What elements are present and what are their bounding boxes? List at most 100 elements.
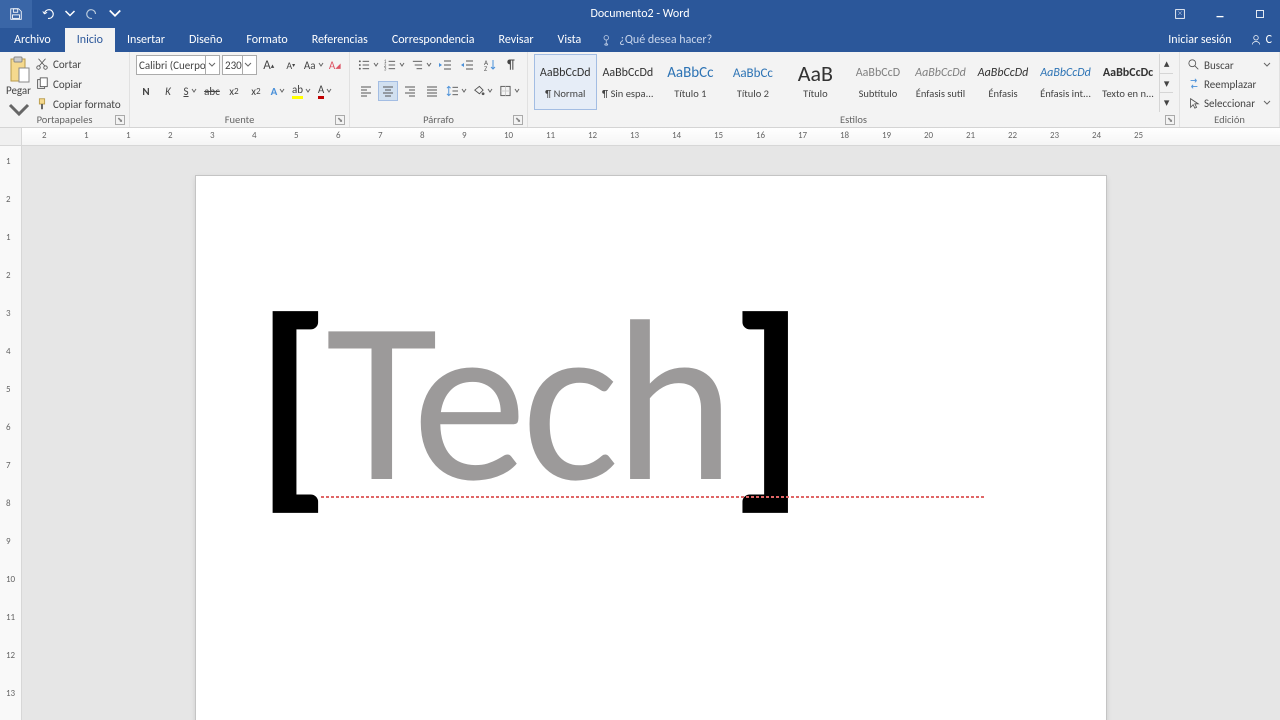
show-marks-button[interactable]: ¶ (501, 55, 521, 75)
group-styles: AaBbCcDd¶ NormalAaBbCcDd¶ Sin espa...AaB… (528, 52, 1180, 127)
tab-mailings[interactable]: Correspondencia (380, 28, 487, 52)
align-center-button[interactable] (378, 81, 398, 101)
font-size-combo[interactable]: 230 (222, 55, 257, 75)
style--nfasis[interactable]: AaBbCcDdÉnfasis (972, 54, 1035, 110)
group-clipboard: Pegar Cortar Copiar Copiar formato Porta… (0, 52, 130, 127)
ruler-corner (0, 128, 22, 145)
ribbon-options-button[interactable] (1160, 0, 1200, 28)
replace-icon (1188, 78, 1200, 90)
align-left-button[interactable] (356, 81, 376, 101)
strikethrough-button[interactable]: abc (202, 81, 222, 101)
qat-customize[interactable] (108, 0, 122, 28)
styles-down[interactable]: ▾ (1160, 74, 1173, 94)
style---normal[interactable]: AaBbCcDd¶ Normal (534, 54, 597, 110)
copy-button[interactable]: Copiar (33, 75, 123, 93)
style-t-tulo-2[interactable]: AaBbCcTítulo 2 (722, 54, 785, 110)
bold-button[interactable]: N (136, 81, 156, 101)
multilevel-button[interactable] (409, 55, 433, 75)
tab-view[interactable]: Vista (546, 28, 594, 52)
tab-file[interactable]: Archivo (0, 28, 65, 52)
font-color-button[interactable]: A (315, 81, 335, 101)
borders-button[interactable] (497, 81, 521, 101)
font-dialog-launcher[interactable]: ⬊ (335, 115, 345, 125)
window-title: Documento2 - Word (590, 7, 689, 21)
align-right-button[interactable] (400, 81, 420, 101)
style--nfasis-sutil[interactable]: AaBbCcDdÉnfasis sutil (909, 54, 972, 110)
clear-formatting-button[interactable]: A◢ (325, 55, 345, 75)
minimize-button[interactable] (1200, 0, 1240, 28)
share-button[interactable]: C (1242, 28, 1280, 52)
select-button[interactable]: Seleccionar (1186, 94, 1273, 112)
increase-indent-button[interactable] (457, 55, 477, 75)
style---sin-espa---[interactable]: AaBbCcDd¶ Sin espa... (597, 54, 660, 110)
subscript-button[interactable]: x2 (224, 81, 244, 101)
outdent-icon (438, 58, 452, 72)
paragraph-dialog-launcher[interactable]: ⬊ (513, 115, 523, 125)
superscript-button[interactable]: x2 (246, 81, 266, 101)
undo-button[interactable] (32, 0, 64, 28)
paste-label: Pegar (6, 84, 31, 97)
italic-button[interactable]: K (158, 81, 178, 101)
ribbon-home: Pegar Cortar Copiar Copiar formato Porta… (0, 52, 1280, 128)
style--nfasis-int---[interactable]: AaBbCcDdÉnfasis int... (1034, 54, 1097, 110)
ruler-horizontal[interactable]: 2112345678910111213141516171819202122232… (0, 128, 1280, 146)
spellcheck-underline (321, 496, 986, 498)
signin-link[interactable]: Iniciar sesión (1158, 28, 1241, 52)
font-name-dropdown[interactable] (205, 56, 217, 74)
highlight-button[interactable]: ab (290, 81, 313, 101)
tab-layout[interactable]: Formato (234, 28, 299, 52)
bullets-button[interactable] (356, 55, 380, 75)
tab-home[interactable]: Inicio (65, 28, 115, 52)
styles-scroll[interactable]: ▴▾▾ (1159, 54, 1173, 112)
styles-dialog-launcher[interactable]: ⬊ (1165, 115, 1175, 125)
group-label-font: Fuente (130, 113, 349, 126)
tell-me-search[interactable]: ¿Qué desea hacer? (601, 28, 712, 52)
shrink-font-button[interactable]: A▾ (281, 55, 301, 75)
line-spacing-button[interactable] (444, 81, 468, 101)
bucket-icon (472, 84, 485, 98)
page[interactable]: [Tech] (196, 176, 1106, 720)
svg-text:3: 3 (384, 68, 387, 72)
undo-dropdown[interactable] (64, 0, 76, 28)
format-painter-button[interactable]: Copiar formato (33, 95, 123, 113)
sort-button[interactable]: AZ (479, 55, 499, 75)
ribbon-tabs: Archivo Inicio Insertar Diseño Formato R… (0, 28, 1280, 52)
clipboard-dialog-launcher[interactable]: ⬊ (115, 115, 125, 125)
replace-button[interactable]: Reemplazar (1186, 75, 1273, 93)
save-button[interactable] (0, 0, 32, 28)
tab-references[interactable]: Referencias (300, 28, 380, 52)
shading-button[interactable] (470, 81, 494, 101)
style-texto-en-n---[interactable]: AaBbCcDcTexto en n... (1097, 54, 1160, 110)
redo-button[interactable] (76, 0, 108, 28)
decrease-indent-button[interactable] (435, 55, 455, 75)
underline-button[interactable]: S (180, 81, 200, 101)
change-case-button[interactable]: Aa (303, 55, 323, 75)
tab-review[interactable]: Revisar (487, 28, 546, 52)
ruler-vertical[interactable]: 1212345678910111213 (0, 146, 22, 720)
style-subt-tulo[interactable]: AaBbCcDSubtítulo (847, 54, 910, 110)
style-t-tulo[interactable]: AaBTítulo (784, 54, 847, 110)
text-effects-button[interactable]: A (268, 81, 288, 101)
find-button[interactable]: Buscar (1186, 56, 1273, 74)
brush-icon (35, 97, 49, 111)
grow-font-button[interactable]: A▴ (259, 55, 279, 75)
group-label-styles: Estilos (528, 113, 1179, 126)
cut-button[interactable]: Cortar (33, 55, 123, 73)
document-text[interactable]: [Tech] (256, 286, 1046, 516)
bracket-close: ] (730, 260, 800, 541)
group-label-clipboard: Portapapeles (0, 113, 129, 126)
styles-up[interactable]: ▴ (1160, 54, 1173, 74)
justify-button[interactable] (422, 81, 442, 101)
group-paragraph: 123 AZ ¶ Párrafo ⬊ (350, 52, 528, 127)
style-t-tulo-1[interactable]: AaBbCcTítulo 1 (659, 54, 722, 110)
title-bar: Documento2 - Word (0, 0, 1280, 28)
font-size-dropdown[interactable] (242, 56, 254, 74)
tab-design[interactable]: Diseño (177, 28, 234, 52)
maximize-button[interactable] (1240, 0, 1280, 28)
bracket-open: [ (256, 260, 326, 541)
font-name-combo[interactable]: Calibri (Cuerpo) (136, 55, 220, 75)
page-viewport[interactable]: [Tech] (22, 146, 1280, 720)
styles-more[interactable]: ▾ (1160, 93, 1173, 112)
tab-insert[interactable]: Insertar (115, 28, 177, 52)
numbering-button[interactable]: 123 (382, 55, 406, 75)
